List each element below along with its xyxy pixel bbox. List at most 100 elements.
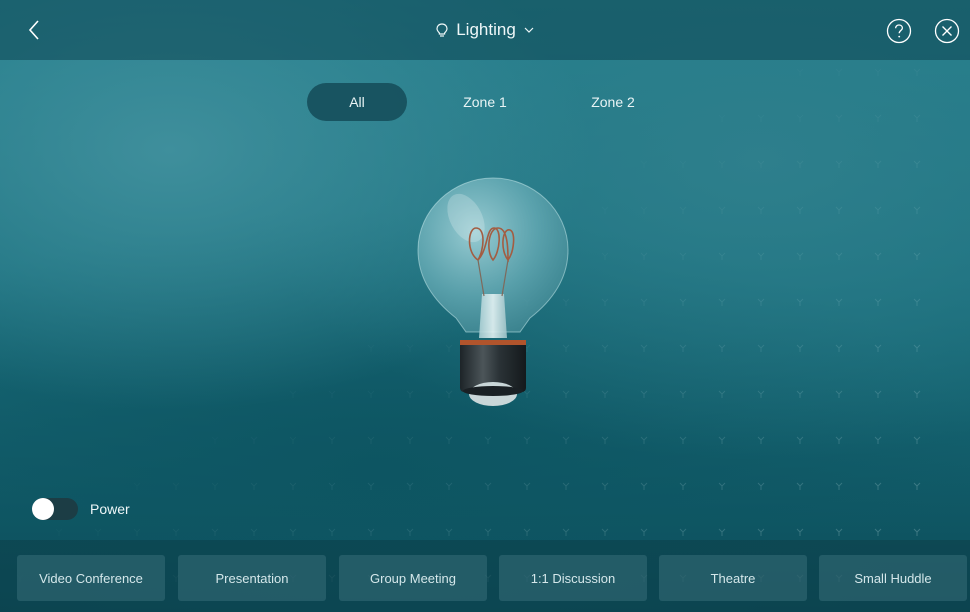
pattern-mark — [679, 298, 687, 306]
pattern-mark — [835, 298, 843, 306]
pattern-mark — [640, 344, 648, 352]
pattern-mark — [562, 528, 570, 536]
pattern-mark — [874, 68, 882, 76]
pattern-mark — [913, 252, 921, 260]
pattern-mark — [640, 528, 648, 536]
pattern-mark — [913, 436, 921, 444]
scene-1-1-discussion[interactable]: 1:1 Discussion — [499, 555, 647, 601]
pattern-mark — [718, 528, 726, 536]
pattern-mark — [640, 252, 648, 260]
scene-theatre[interactable]: Theatre — [659, 555, 807, 601]
pattern-mark — [523, 436, 531, 444]
pattern-mark — [718, 482, 726, 490]
power-label: Power — [90, 501, 130, 517]
pattern-mark — [718, 160, 726, 168]
pattern-mark — [601, 436, 609, 444]
scene-label: Presentation — [215, 570, 289, 586]
pattern-mark — [835, 206, 843, 214]
pattern-mark — [874, 528, 882, 536]
pattern-mark — [562, 436, 570, 444]
zone-tabs: All Zone 1 Zone 2 — [307, 83, 691, 121]
pattern-mark — [796, 482, 804, 490]
pattern-mark — [679, 390, 687, 398]
pattern-mark — [757, 436, 765, 444]
pattern-mark — [445, 528, 453, 536]
pattern-mark — [367, 528, 375, 536]
pattern-mark — [679, 344, 687, 352]
pattern-mark — [718, 252, 726, 260]
pattern-mark — [680, 161, 686, 168]
pattern-mark — [406, 528, 414, 536]
pattern-mark — [913, 160, 921, 168]
pattern-mark — [835, 114, 843, 122]
tab-label: Zone 2 — [591, 94, 635, 110]
pattern-mark — [874, 436, 882, 444]
pattern-mark — [56, 529, 62, 536]
pattern-mark — [796, 252, 804, 260]
pattern-mark — [796, 436, 804, 444]
power-control: Power — [32, 498, 130, 520]
pattern-mark — [874, 252, 882, 260]
pattern-mark — [835, 252, 843, 260]
pattern-mark — [562, 482, 570, 490]
title-dropdown[interactable]: Lighting — [436, 20, 534, 40]
pattern-mark — [406, 436, 414, 444]
pattern-mark — [641, 207, 647, 214]
pattern-mark — [796, 528, 804, 536]
pattern-mark — [913, 528, 921, 536]
scene-label: Small Huddle — [854, 570, 932, 586]
scene-group-meeting[interactable]: Group Meeting — [339, 555, 487, 601]
pattern-mark — [367, 436, 375, 444]
pattern-mark — [913, 206, 921, 214]
pattern-mark — [679, 206, 687, 214]
pattern-mark — [796, 298, 804, 306]
pattern-mark — [328, 482, 336, 490]
pattern-mark — [796, 344, 804, 352]
pattern-mark — [484, 528, 492, 536]
pattern-mark — [250, 528, 258, 536]
pattern-mark — [913, 344, 921, 352]
pattern-mark — [874, 160, 882, 168]
scene-small-huddle[interactable]: Small Huddle — [819, 555, 967, 601]
pattern-mark — [328, 528, 336, 536]
tab-all[interactable]: All — [307, 83, 407, 121]
scene-video-conference[interactable]: Video Conference — [17, 555, 165, 601]
pattern-mark — [835, 528, 843, 536]
scene-presentation[interactable]: Presentation — [178, 555, 326, 601]
tab-zone-1[interactable]: Zone 1 — [435, 83, 535, 121]
pattern-mark — [211, 528, 219, 536]
pattern-mark — [796, 114, 804, 122]
scene-bar: Video Conference Presentation Group Meet… — [0, 540, 970, 612]
help-button[interactable] — [886, 18, 912, 44]
pattern-mark — [95, 529, 101, 536]
power-toggle[interactable] — [32, 498, 78, 520]
close-button[interactable] — [934, 18, 960, 44]
pattern-mark — [874, 344, 882, 352]
pattern-mark — [758, 115, 764, 122]
pattern-mark — [601, 482, 609, 490]
pattern-mark — [835, 344, 843, 352]
pattern-mark — [796, 390, 804, 398]
pattern-mark — [640, 390, 648, 398]
pattern-mark — [836, 69, 842, 76]
back-button[interactable] — [22, 18, 46, 42]
pattern-mark — [757, 344, 765, 352]
pattern-mark — [718, 206, 726, 214]
pattern-mark — [679, 482, 687, 490]
lightbulb-illustration[interactable] — [408, 172, 578, 412]
pattern-mark — [640, 298, 648, 306]
lightbulb-icon — [436, 22, 448, 37]
chevron-down-icon — [524, 27, 534, 33]
pattern-mark — [484, 436, 492, 444]
tab-zone-2[interactable]: Zone 2 — [563, 83, 663, 121]
pattern-mark — [523, 528, 531, 536]
chevron-left-icon — [28, 20, 39, 40]
pattern-mark — [679, 528, 687, 536]
scene-label: Video Conference — [39, 570, 143, 586]
pattern-mark — [211, 482, 219, 490]
pattern-mark — [406, 482, 414, 490]
pattern-mark — [289, 482, 297, 490]
pattern-mark — [835, 390, 843, 398]
pattern-mark — [874, 298, 882, 306]
toggle-knob — [32, 498, 54, 520]
